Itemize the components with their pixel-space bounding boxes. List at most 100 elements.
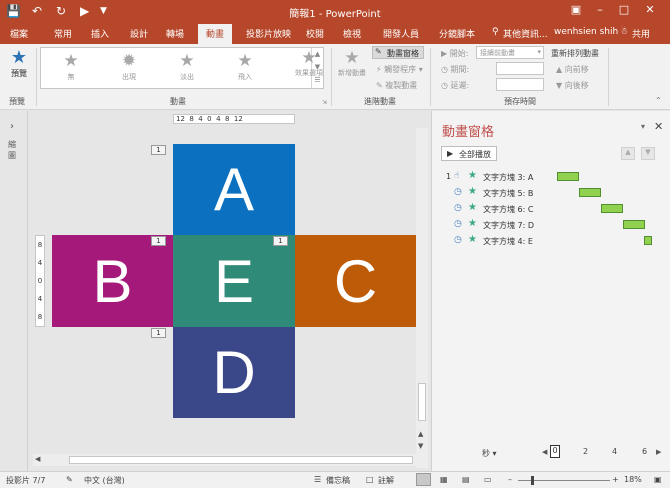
timing-bar[interactable] [644, 236, 652, 245]
animation-item[interactable]: ◷ ★ 文字方塊 7: D [446, 218, 666, 233]
spelling-icon[interactable]: ✎ [66, 475, 73, 484]
delay-input[interactable] [496, 78, 544, 91]
animation-item[interactable]: ◷ ★ 文字方塊 4: E [446, 234, 666, 249]
entrance-star-icon: ★ [468, 202, 477, 213]
text-box-b[interactable]: B [52, 235, 173, 327]
comments-button[interactable]: 註解 [378, 475, 394, 486]
timing-bar[interactable] [579, 188, 601, 197]
tab-home[interactable]: 常用 [54, 27, 72, 40]
share-icon[interactable]: ☃ [620, 27, 628, 37]
animation-order-tag[interactable]: 1 [151, 328, 166, 338]
effect-options-button[interactable]: ★ 效果選項 [290, 48, 328, 78]
slide-sorter-icon[interactable]: ▦ [440, 475, 448, 484]
share-button[interactable]: 共用 [632, 27, 650, 40]
play-all-button[interactable]: ▶ 全部播放 [441, 146, 497, 161]
animation-order-tag[interactable]: 1 [273, 236, 288, 246]
user-name[interactable]: wenhsien shih [554, 27, 618, 37]
horizontal-ruler: 12 8 4 0 4 8 12 [173, 114, 295, 124]
animation-pane-button[interactable]: ✎ 動畫窗格 [372, 46, 424, 59]
gallery-item-appear[interactable]: ✹ 出現 [109, 50, 149, 82]
timing-bar[interactable] [623, 220, 645, 229]
text-box-e[interactable]: E [173, 235, 295, 327]
animation-pane: 動畫窗格 ▾ ✕ ▶ 全部播放 ▲ ▼ 1 ☝ ★ 文字方塊 3: A ◷ ★ … [431, 111, 670, 471]
tab-design[interactable]: 設計 [130, 27, 148, 40]
tab-storyboard[interactable]: 分鏡腳本 [439, 27, 475, 40]
move-down-icon[interactable]: ▼ [641, 147, 655, 160]
scroll-thumb[interactable] [418, 383, 426, 421]
horizontal-scrollbar[interactable]: ◀ [33, 454, 416, 466]
animation-item[interactable]: 1 ☝ ★ 文字方塊 3: A [446, 170, 666, 185]
animation-item[interactable]: ◷ ★ 文字方塊 5: B [446, 186, 666, 201]
tab-file[interactable]: 檔案 [10, 27, 28, 40]
zoom-out-icon[interactable]: – [508, 475, 512, 484]
zoom-level[interactable]: 18% [624, 475, 642, 484]
timeline-ruler: 0 2 4 6 [550, 445, 650, 458]
tab-view[interactable]: 檢視 [343, 27, 361, 40]
close-pane-icon[interactable]: ✕ [654, 120, 663, 133]
maximize-button[interactable]: □ [614, 3, 634, 16]
move-later-button[interactable]: ▼ 向後移 [556, 80, 589, 91]
star-icon: ★ [63, 51, 79, 71]
move-earlier-button[interactable]: ▲ 向前移 [556, 64, 589, 75]
timeline-right-icon[interactable]: ▶ [656, 448, 661, 456]
slide-editing-area: 12 8 4 0 4 8 12 8 4 0 4 8 A B E C D 1 1 … [29, 111, 430, 471]
normal-view-icon[interactable] [416, 473, 431, 486]
vertical-ruler: 8 4 0 4 8 [35, 235, 45, 327]
minimize-button[interactable]: – [590, 3, 610, 16]
reading-view-icon[interactable]: ▤ [462, 475, 470, 484]
zoom-slider-thumb[interactable] [531, 476, 534, 485]
seconds-dropdown[interactable]: 秒 ▾ [482, 448, 497, 459]
scroll-thumb[interactable] [69, 456, 413, 464]
next-slide-icon[interactable]: ▼ [418, 442, 423, 450]
close-button[interactable]: ✕ [640, 3, 660, 16]
star-icon: ★ [179, 51, 195, 71]
previous-slide-icon[interactable]: ▲ [418, 430, 423, 438]
animation-painter-button[interactable]: ✎ 複製動畫 [376, 80, 417, 91]
tab-review[interactable]: 校閱 [306, 27, 324, 40]
animation-order-tag[interactable]: 1 [151, 145, 166, 155]
notes-button[interactable]: 備忘稿 [326, 475, 350, 486]
move-up-icon[interactable]: ▲ [621, 147, 635, 160]
on-click-icon: ☝ [454, 171, 460, 181]
animation-order-tag[interactable]: 1 [151, 236, 166, 246]
start-select[interactable]: 接續前動畫 ▾ [476, 46, 544, 59]
gallery-item-fly-in[interactable]: ★ 飛入 [225, 50, 265, 82]
slideshow-icon[interactable]: ▭ [484, 475, 492, 484]
trigger-button[interactable]: ⚡ 觸發程序 ▾ [376, 64, 423, 75]
fit-to-window-icon[interactable]: ▣ [654, 475, 662, 484]
tab-slideshow[interactable]: 投影片放映 [246, 27, 291, 40]
text-box-c[interactable]: C [295, 235, 416, 327]
clock-icon: ◷ [441, 81, 448, 90]
text-box-a[interactable]: A [173, 144, 295, 235]
reorder-label: 重新排列動畫 [551, 49, 599, 58]
language-indicator[interactable]: 中文 (台灣) [84, 475, 125, 486]
vertical-scrollbar[interactable]: ▲ ▼ [416, 128, 428, 468]
scroll-left-icon[interactable]: ◀ [35, 455, 40, 463]
tab-transitions[interactable]: 轉場 [166, 27, 184, 40]
add-animation-button[interactable]: ★ 新增動畫 [334, 48, 370, 78]
expand-thumbnails-icon[interactable]: › [10, 121, 14, 132]
entrance-star-icon: ★ [468, 234, 477, 245]
timeline-left-icon[interactable]: ◀ [542, 448, 547, 456]
preview-button[interactable]: ★ 預覽 [6, 48, 32, 79]
collapse-ribbon-icon[interactable]: ⌃ [655, 96, 662, 105]
gallery-item-none[interactable]: ★ 無 [51, 50, 91, 82]
duration-input[interactable] [496, 62, 544, 75]
lightbulb-icon: ⚲ [492, 27, 499, 37]
notes-icon: ☰ [314, 475, 322, 484]
timing-bar[interactable] [601, 204, 623, 213]
tab-animations[interactable]: 動畫 [198, 24, 233, 44]
tab-insert[interactable]: 插入 [91, 27, 109, 40]
trigger-icon: ⚡ [376, 65, 382, 74]
timing-bar[interactable] [557, 172, 579, 181]
gallery-item-fade[interactable]: ★ 淡出 [167, 50, 207, 82]
tab-developer[interactable]: 開發人員 [383, 27, 419, 40]
tell-me-box[interactable]: 其他資訊... [503, 27, 548, 40]
arrow-up-icon: ▲ [556, 65, 563, 74]
pane-options-icon[interactable]: ▾ [641, 122, 645, 131]
zoom-in-icon[interactable]: + [612, 475, 619, 484]
animation-item[interactable]: ◷ ★ 文字方塊 6: C [446, 202, 666, 217]
dialog-launcher-icon[interactable]: ⇲ [322, 99, 327, 106]
ribbon-display-options-icon[interactable]: ▣ [566, 3, 586, 16]
text-box-d[interactable]: D [173, 327, 295, 418]
